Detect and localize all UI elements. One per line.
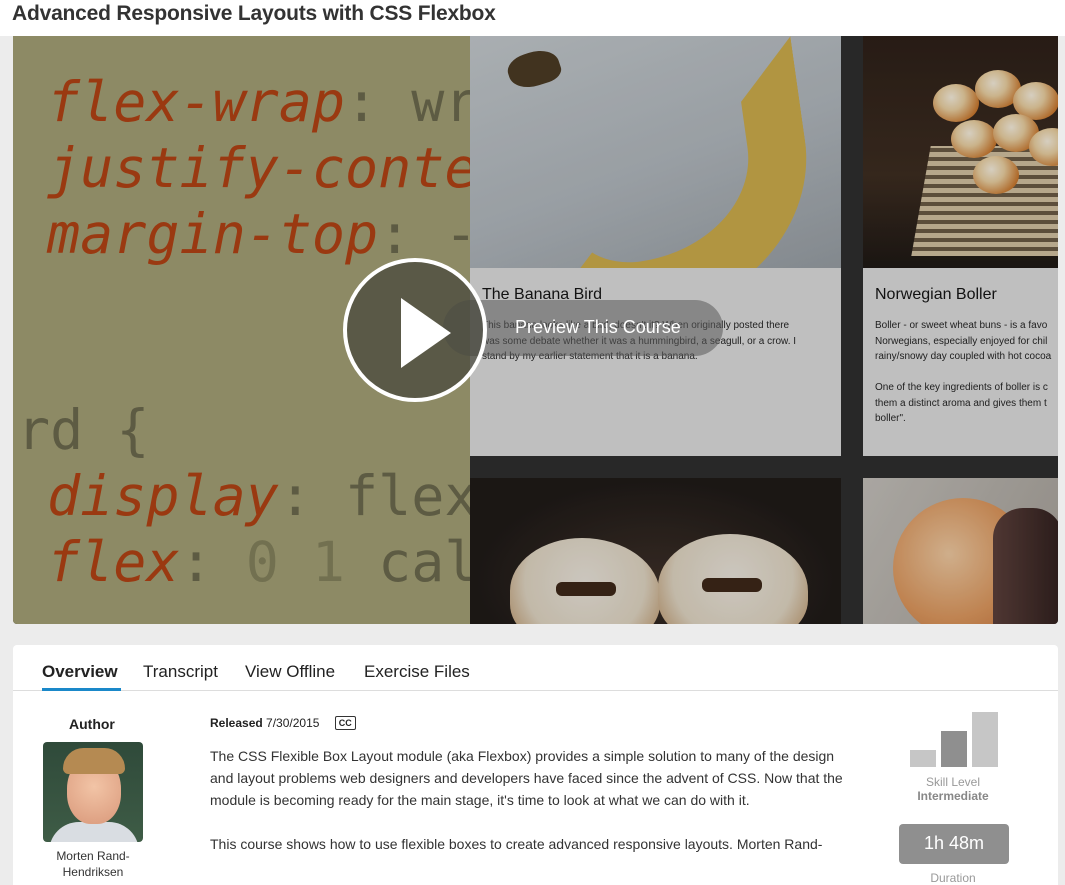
skill-level-value: Intermediate (917, 789, 989, 803)
course-details: Overview Transcript View Offline Exercis… (13, 645, 1058, 885)
boller-photo (863, 36, 1058, 268)
tab-transcript[interactable]: Transcript (143, 662, 218, 682)
play-button[interactable] (343, 258, 487, 402)
active-tab-indicator (42, 688, 121, 691)
code-line: display: flex (47, 464, 470, 528)
course-preview[interactable]: flex-wrap: wr justify-conte margin-top: … (13, 36, 1058, 624)
skill-level-icon (910, 711, 1000, 767)
bun (973, 156, 1019, 194)
closed-captions-icon: CC (334, 716, 356, 730)
demo-card-banana: The Banana Bird This banana looks like a… (470, 268, 841, 456)
code-line: rd { (17, 398, 150, 462)
code-line: flex-wrap: wr (47, 70, 470, 134)
description-paragraph: This course shows how to use flexible bo… (210, 836, 823, 852)
release-label: Released (210, 716, 263, 730)
play-icon (401, 298, 451, 368)
bread-half (510, 538, 660, 624)
duration-value: 1h 48m (923, 833, 985, 853)
preview-label: Preview This Course (515, 317, 681, 337)
skill-bar (910, 750, 936, 767)
author-heading: Author (69, 716, 115, 732)
release-date: 7/30/2015 (266, 716, 320, 730)
duration-badge: 1h 48m (899, 824, 1009, 864)
description-paragraph: The CSS Flexible Box Layout module (aka … (210, 748, 843, 808)
chocolate-filling (702, 578, 762, 592)
bun (951, 120, 997, 158)
duration-label: Duration (930, 871, 976, 885)
avatar-hair (63, 748, 125, 774)
code-line: margin-top: - (47, 202, 470, 266)
chocolate-shape (993, 508, 1058, 624)
avatar[interactable] (43, 742, 143, 842)
tab-exercise-files[interactable]: Exercise Files (364, 662, 470, 682)
author-name[interactable]: Morten Rand-Hendriksen (43, 848, 143, 880)
course-description: The CSS Flexible Box Layout module (aka … (210, 745, 860, 877)
code-line: flex: 0 1 cal (47, 530, 470, 594)
tab-overview[interactable]: Overview (42, 662, 118, 682)
code-line: justify-conte (47, 136, 470, 200)
course-title: Advanced Responsive Layouts with CSS Fle… (12, 2, 496, 25)
chocolate-filling (556, 582, 616, 596)
title-bar: Advanced Responsive Layouts with CSS Fle… (0, 0, 1065, 36)
bun (933, 84, 979, 122)
avatar-shirt (49, 822, 139, 842)
demo-card-boller: Norwegian Boller Boller - or sweet wheat… (863, 268, 1058, 456)
orange-photo (863, 478, 1058, 624)
banana-photo (470, 36, 841, 268)
skill-level-label: Skill Level (925, 775, 981, 789)
release-info: Released 7/30/2015 CC (210, 716, 356, 730)
skill-bar (941, 731, 967, 767)
card-text: Boller - or sweet wheat buns - is a favo… (875, 320, 1052, 424)
skill-bar (972, 712, 998, 767)
tab-bar: Overview Transcript View Offline Exercis… (13, 645, 1058, 691)
card-title: Norwegian Boller (875, 286, 997, 303)
bread-photo (470, 478, 841, 624)
tab-view-offline[interactable]: View Offline (245, 662, 335, 682)
